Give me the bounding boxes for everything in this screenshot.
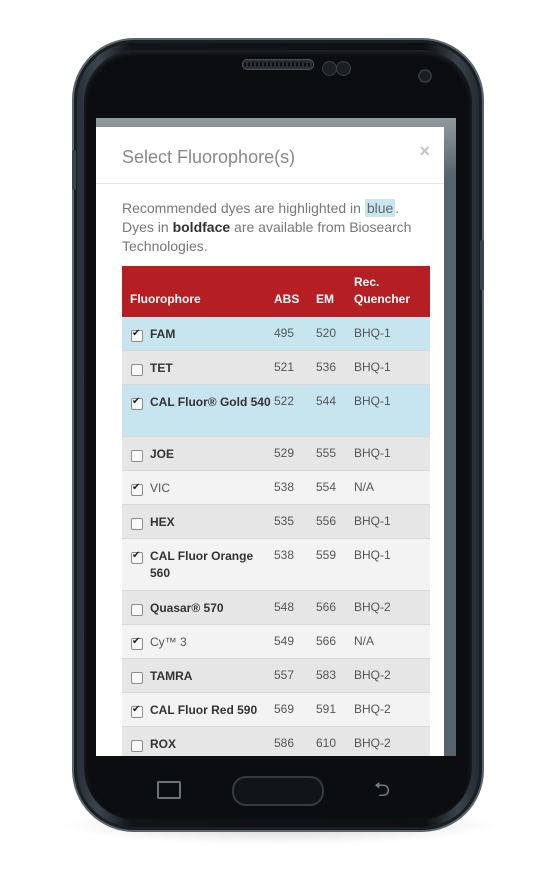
power-button bbox=[480, 240, 484, 290]
row-abs: 535 bbox=[274, 514, 295, 528]
fluorophore-table: Fluorophore ABS EM Rec. Quencher FAM 495 5… bbox=[122, 266, 430, 756]
row-abs: 586 bbox=[274, 736, 295, 750]
table-row[interactable]: Quasar® 570 548 566 BHQ-2 bbox=[122, 591, 430, 625]
modal-header: Select Fluorophore(s) × bbox=[96, 127, 444, 184]
row-checkbox[interactable] bbox=[131, 604, 143, 616]
close-icon[interactable]: × bbox=[419, 141, 430, 162]
table-row[interactable]: FAM 495 520 BHQ-1 bbox=[122, 317, 430, 351]
row-em: 554 bbox=[316, 480, 337, 494]
table-row[interactable]: TAMRA 557 583 BHQ-2 bbox=[122, 659, 430, 693]
row-fluorophore-name: HEX bbox=[150, 515, 175, 529]
row-quencher: BHQ-1 bbox=[354, 548, 391, 562]
row-fluorophore-name: VIC bbox=[150, 481, 171, 495]
row-quencher: BHQ-2 bbox=[354, 702, 391, 716]
phone-screen: Select Fluorophore(s) × Recommended dyes… bbox=[96, 118, 456, 756]
front-camera bbox=[418, 69, 432, 83]
row-abs: 557 bbox=[274, 668, 295, 682]
row-checkbox[interactable] bbox=[131, 364, 143, 376]
table-row[interactable]: CAL Fluor Orange 560 538 559 BHQ-1 bbox=[122, 539, 430, 591]
intro-bold-word: boldface bbox=[172, 219, 231, 235]
row-em: 566 bbox=[316, 634, 337, 648]
row-fluorophore-name: CAL Fluor Red 590 bbox=[150, 703, 258, 717]
row-abs: 538 bbox=[274, 548, 295, 562]
row-quencher: N/A bbox=[354, 480, 375, 494]
table-row[interactable]: VIC 538 554 N/A bbox=[122, 471, 430, 505]
row-quencher: BHQ-2 bbox=[354, 736, 391, 750]
table-row[interactable]: CAL Fluor Red 590 569 591 BHQ-2 bbox=[122, 693, 430, 727]
row-checkbox[interactable] bbox=[131, 740, 143, 752]
row-checkbox[interactable] bbox=[131, 482, 143, 496]
row-em: 520 bbox=[316, 326, 337, 340]
light-sensor bbox=[336, 61, 351, 76]
fluorophore-modal: Select Fluorophore(s) × Recommended dyes… bbox=[96, 127, 444, 756]
row-quencher: BHQ-2 bbox=[354, 600, 391, 614]
row-quencher: BHQ-1 bbox=[354, 394, 391, 408]
table-row[interactable]: Cy™ 3 549 566 N/A bbox=[122, 625, 430, 659]
table-body: FAM495520BHQ-1TET521536BHQ-1CAL Fluor® G… bbox=[122, 317, 430, 756]
row-checkbox[interactable] bbox=[131, 672, 143, 684]
table-header: Fluorophore ABS EM Rec. Quencher bbox=[122, 266, 430, 317]
table-row[interactable]: ROX 586 610 BHQ-2 bbox=[122, 727, 430, 756]
table-row[interactable]: HEX 535 556 BHQ-1 bbox=[122, 505, 430, 539]
intro-text: Recommended dyes are highlighted in blue… bbox=[122, 199, 427, 256]
table-row[interactable]: JOE 529 555 BHQ-1 bbox=[122, 437, 430, 471]
row-abs: 569 bbox=[274, 702, 295, 716]
row-fluorophore-name: ROX bbox=[150, 737, 177, 751]
row-checkbox[interactable] bbox=[131, 636, 143, 650]
intro-part1: Recommended dyes are highlighted in bbox=[122, 200, 365, 216]
row-em: 566 bbox=[316, 600, 337, 614]
row-em: 536 bbox=[316, 360, 337, 374]
header-em: EM bbox=[316, 292, 334, 306]
modal-title: Select Fluorophore(s) bbox=[122, 147, 296, 167]
volume-button bbox=[72, 150, 76, 190]
row-fluorophore-name: Quasar® 570 bbox=[150, 601, 224, 615]
header-quencher-line1: Rec. bbox=[354, 275, 380, 289]
row-quencher: BHQ-1 bbox=[354, 326, 391, 340]
row-em: 559 bbox=[316, 548, 337, 562]
row-abs: 495 bbox=[274, 326, 295, 340]
row-checkbox[interactable] bbox=[131, 518, 143, 530]
row-checkbox[interactable] bbox=[131, 328, 143, 342]
row-em: 610 bbox=[316, 736, 337, 750]
intro-blue-word: blue bbox=[364, 199, 396, 217]
row-em: 556 bbox=[316, 514, 337, 528]
row-abs: 521 bbox=[274, 360, 295, 374]
row-abs: 538 bbox=[274, 480, 295, 494]
row-quencher: BHQ-2 bbox=[354, 668, 391, 682]
row-quencher: BHQ-1 bbox=[354, 446, 391, 460]
recent-apps-icon[interactable] bbox=[157, 781, 181, 799]
row-abs: 549 bbox=[274, 634, 295, 648]
row-fluorophore-name: TAMRA bbox=[150, 669, 193, 683]
row-checkbox[interactable] bbox=[131, 450, 143, 462]
row-fluorophore-name: FAM bbox=[150, 327, 176, 341]
row-checkbox[interactable] bbox=[131, 704, 143, 718]
earpiece-speaker bbox=[242, 59, 314, 70]
row-abs: 522 bbox=[274, 394, 295, 408]
row-quencher: BHQ-1 bbox=[354, 514, 391, 528]
row-em: 583 bbox=[316, 668, 337, 682]
proximity-sensor bbox=[322, 61, 337, 76]
row-fluorophore-name: CAL Fluor Orange 560 bbox=[150, 549, 254, 580]
row-em: 555 bbox=[316, 446, 337, 460]
table-row[interactable]: CAL Fluor® Gold 540522 544 BHQ-1 bbox=[122, 385, 430, 437]
row-em: 591 bbox=[316, 702, 337, 716]
row-fluorophore-name: TET bbox=[150, 361, 173, 375]
row-checkbox[interactable] bbox=[131, 396, 143, 410]
row-fluorophore-name: JOE bbox=[150, 447, 175, 461]
header-quencher-line2: Quencher bbox=[354, 292, 411, 306]
header-abs: ABS bbox=[274, 292, 300, 306]
row-checkbox[interactable] bbox=[131, 550, 143, 564]
header-fluorophore: Fluorophore bbox=[130, 292, 201, 306]
row-fluorophore-name: CAL Fluor® Gold 540 bbox=[150, 395, 271, 409]
row-quencher: BHQ-1 bbox=[354, 360, 391, 374]
back-icon[interactable]: ⮌ bbox=[374, 775, 390, 809]
row-abs: 548 bbox=[274, 600, 295, 614]
table-row[interactable]: TET 521 536 BHQ-1 bbox=[122, 351, 430, 385]
row-em: 544 bbox=[316, 394, 337, 408]
row-quencher: N/A bbox=[354, 634, 375, 648]
row-abs: 529 bbox=[274, 446, 295, 460]
home-button[interactable] bbox=[232, 776, 324, 806]
row-fluorophore-name: Cy™ 3 bbox=[150, 635, 187, 649]
